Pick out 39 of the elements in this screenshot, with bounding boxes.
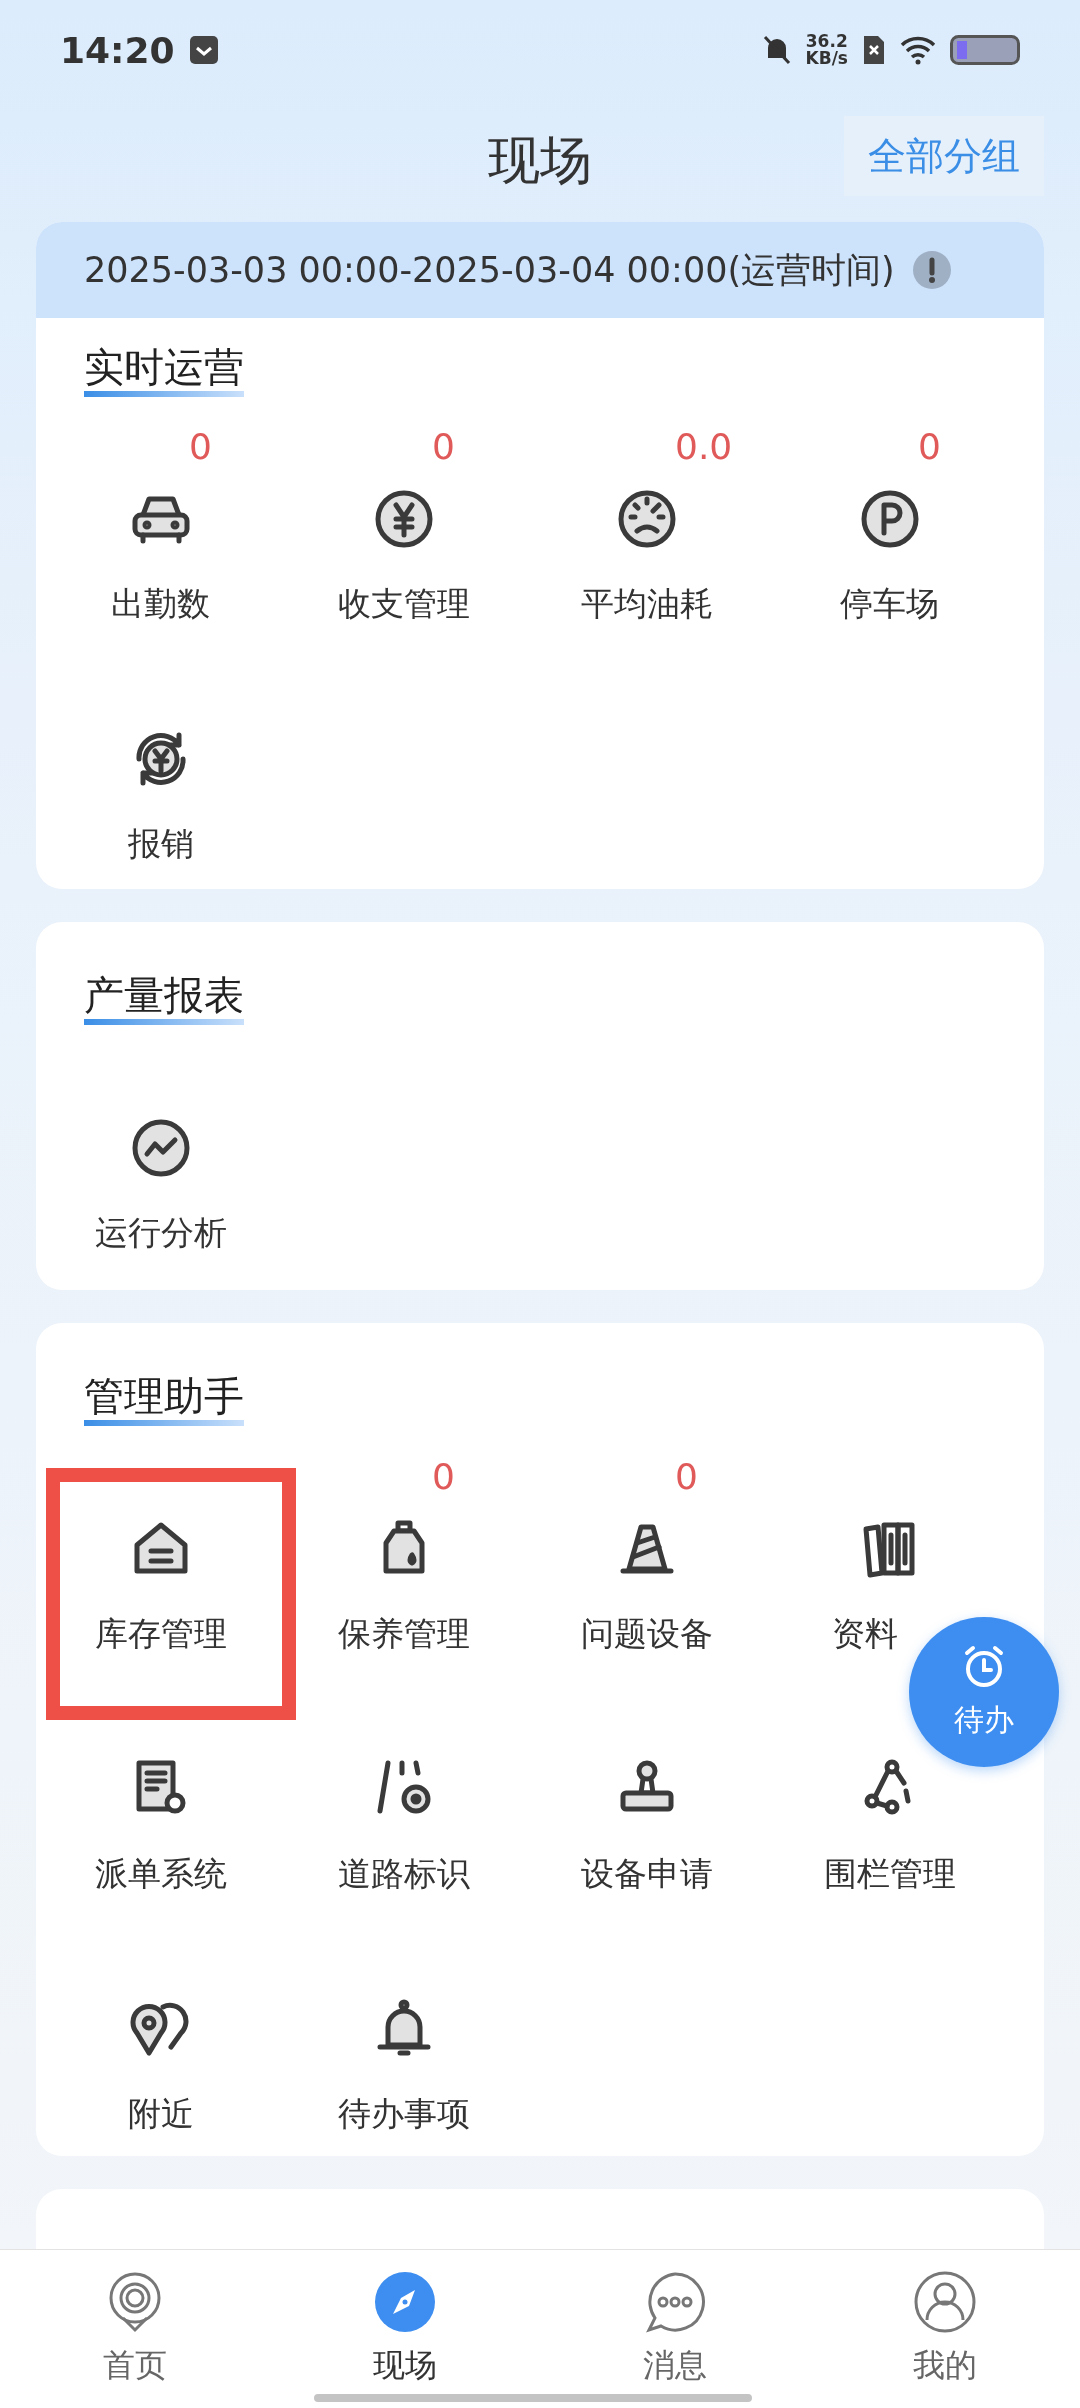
count-label: 0 [675,1455,698,1497]
feature-item[interactable]: 问题设备 [580,1611,713,1657]
feature-item[interactable]: 报销 [127,822,194,867]
tab-bar-item[interactable]: 我的 [810,2250,1080,2408]
page-title: 现场 [488,129,592,192]
feature-item[interactable]: 待办事项 [337,2091,470,2137]
count-label: 0 [432,426,455,467]
sim-icon [862,34,886,66]
count-label: 0.0 [675,426,733,467]
bell-muted-icon [761,34,792,66]
tab-bar-item[interactable]: 现场 [270,2250,540,2408]
feature-item[interactable]: 围栏管理 [823,1851,956,1897]
speed-unit: KB/s [805,50,848,67]
feature-item[interactable]: 平均油耗 [580,582,713,627]
feature-item[interactable]: 资料 [831,1611,898,1657]
feature-item[interactable]: 库存管理 [94,1611,227,1657]
compass-icon [373,2270,437,2334]
tab-bar-item[interactable]: 首页 [0,2250,270,2408]
operating-time-range: 2025-03-03 00:00-2025-03-04 00:00(运营时间) [84,248,895,292]
profile-icon [913,2270,977,2334]
feature-item[interactable]: 出勤数 [111,582,210,627]
count-label: 0 [432,1455,455,1497]
feature-item[interactable]: 停车场 [840,582,939,627]
feature-item[interactable]: 派单系统 [94,1851,227,1897]
status-time: 14:20 [60,29,175,71]
feature-item[interactable]: 道路标识 [337,1851,470,1897]
info-icon[interactable] [912,251,951,289]
count-label: 0 [918,426,941,467]
count-label: 0 [189,426,212,467]
network-speed: 36.2 [805,33,848,50]
feature-item[interactable]: 保养管理 [337,1611,470,1657]
battery-icon [950,35,1020,65]
feature-item[interactable]: 收支管理 [337,582,470,627]
feature-item[interactable]: 运行分析 [94,1210,227,1256]
wifi-icon [900,35,936,65]
tab-bar-item[interactable]: 消息 [540,2250,810,2408]
feature-item[interactable]: 附近 [127,2091,194,2137]
feature-item[interactable]: 设备申请 [580,1851,713,1897]
notification-icon [188,35,219,65]
